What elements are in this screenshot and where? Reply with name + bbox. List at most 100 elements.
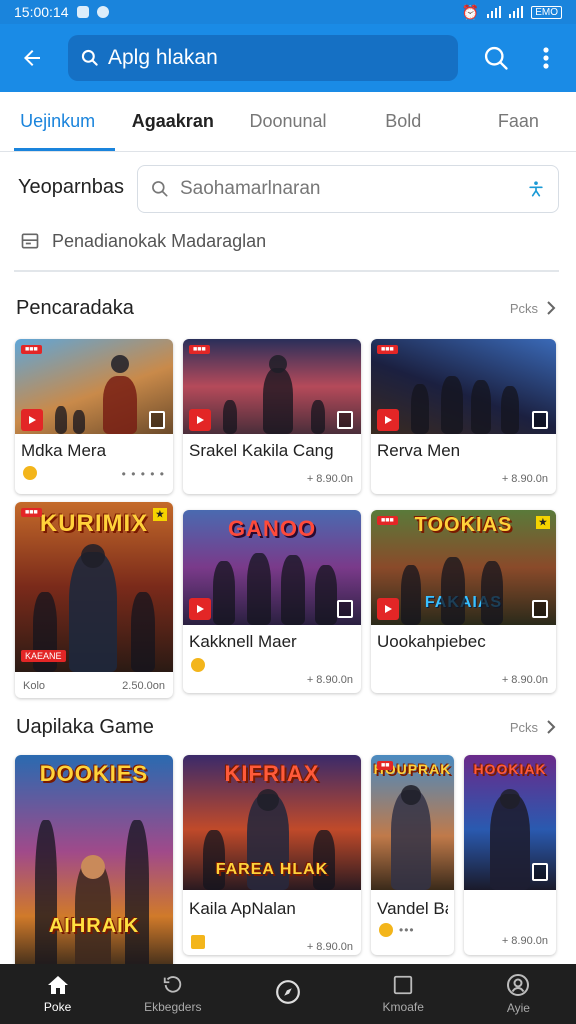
recommend-row[interactable]: Penadianokak Madaraglan — [20, 226, 560, 256]
play-icon — [377, 409, 399, 431]
search-input[interactable]: Aplg hlakan — [68, 35, 458, 81]
game-art-sub: KAEANE — [21, 650, 66, 662]
nav-label: Poke — [43, 1000, 72, 1014]
game-art-title: TOOKIAS — [414, 514, 513, 536]
game-name: Mdka Mera — [21, 441, 107, 460]
tab-0[interactable]: Uejinkum — [0, 92, 116, 151]
game-card[interactable]: TOOKIAS FAKAIAS ■■■ ★ Uookahpiebec + 8.9… — [371, 510, 556, 693]
app-notification-icon — [96, 6, 109, 18]
game-size: + 8.90.0n — [501, 935, 548, 947]
tab-4[interactable]: Faan — [461, 92, 576, 151]
badge: ■■■ — [189, 345, 210, 354]
bookmark-icon[interactable] — [532, 863, 548, 881]
game-art-title: DOOKIES — [39, 761, 149, 786]
game-left-meta: Kolo — [23, 680, 46, 692]
nav-profile[interactable]: Ayie — [461, 964, 576, 1024]
search-icon — [81, 49, 98, 66]
bookmark-icon[interactable] — [337, 411, 353, 429]
back-button[interactable] — [6, 32, 58, 84]
more-button[interactable] — [524, 36, 568, 80]
profile-icon — [507, 974, 530, 996]
square-icon — [394, 975, 413, 995]
game-card[interactable]: KURIMIX ■■■ ★ KAEANE Kolo 2.50.0on — [15, 502, 173, 698]
nav-kmoafe[interactable]: Kmoafe — [346, 964, 461, 1024]
more-vert-icon — [543, 47, 549, 69]
tab-bar: Uejinkum Agaakran Doonunal Bold Faan — [0, 92, 576, 152]
game-card[interactable]: HOOKIAK + 8.90.0n — [464, 755, 556, 955]
coin-icon — [191, 658, 205, 672]
game-art-sub: AIHRAIK — [48, 915, 140, 937]
game-art-title: KIFRIAX — [224, 761, 320, 786]
tab-2[interactable]: Doonunal — [230, 92, 345, 151]
section-more-label: Pcks — [509, 719, 538, 735]
game-card[interactable]: ■■■ Mdka Mera • • • • • — [15, 339, 173, 494]
game-name: Uookahpiebec — [377, 632, 486, 651]
game-art-title: HOOKIAK — [473, 761, 547, 777]
search-icon — [152, 181, 168, 197]
game-card[interactable]: GANOO Kakknell Maer + 8.90.0n — [183, 510, 361, 693]
battery-icon: EMO — [531, 5, 562, 19]
game-card[interactable]: ■■■ Srakel Kakila Cang + 8.90.0n — [183, 339, 361, 494]
coin-icon — [23, 466, 37, 480]
bottom-navigation: Poke Ekbegders Kmoafe Ayie — [0, 964, 576, 1024]
nav-label: Ekbegders — [144, 1000, 202, 1014]
badge: ■■ — [377, 761, 394, 770]
game-size: + 8.90.0n — [501, 674, 548, 686]
rank-badge: ★ — [152, 508, 167, 521]
filter-search-placeholder: Saohamarlnaran — [180, 178, 321, 199]
recommend-label: Penadianokak Madaraglan — [52, 230, 267, 251]
game-card[interactable]: DOOKIES AIHRAIK — [15, 755, 173, 970]
home-icon — [47, 976, 68, 994]
bookmark-icon[interactable] — [337, 600, 353, 618]
nav-label: Ayie — [506, 1001, 530, 1015]
voice-icon[interactable] — [526, 179, 546, 199]
filter-label: Yeoparnbas — [18, 176, 125, 198]
game-thumbnail: KURIMIX — [15, 502, 173, 672]
play-icon — [189, 409, 211, 431]
badge: ■■■ — [21, 345, 42, 354]
game-size: + 8.90.0n — [306, 941, 353, 953]
game-art-title: GANOO — [227, 516, 317, 541]
game-size: + 8.90.0n — [501, 473, 548, 485]
game-name: Vandel Ba — [377, 899, 448, 918]
app-bar: Aplg hlakan — [0, 24, 576, 92]
nav-home[interactable]: Poke — [0, 964, 115, 1024]
search-text: Aplg hlakan — [108, 46, 218, 69]
tab-1[interactable]: Agaakran — [115, 92, 230, 151]
star-icon — [191, 935, 205, 949]
history-icon — [163, 976, 182, 993]
badge: ■■■ — [377, 516, 398, 525]
game-card[interactable]: KIFRIAX FAREA HLAK Kaila ApNalan + 8.90.… — [183, 755, 361, 955]
game-name: Rerva Men — [377, 441, 461, 460]
bookmark-icon[interactable] — [149, 411, 165, 429]
status-bar: 15:00:14 ⏰ EMO — [0, 0, 576, 24]
rating-dots: ••• — [399, 923, 415, 937]
nav-label: Kmoafe — [382, 1000, 424, 1014]
nav-explore[interactable] — [230, 964, 345, 1024]
bookmark-icon[interactable] — [532, 600, 548, 618]
divider — [14, 270, 559, 272]
tab-3[interactable]: Bold — [346, 92, 461, 151]
status-time: 15:00:14 — [14, 4, 69, 20]
section-title-2: Uapilaka Game — [16, 716, 154, 738]
game-name: Kaila ApNalan — [189, 899, 296, 918]
game-card[interactable]: HOUPRAK ■■ Vandel Ba ••• — [371, 755, 454, 955]
game-name: Srakel Kakila Cang — [189, 441, 334, 460]
app-root: 15:00:14 ⏰ EMO Aplg hlakan Uejinkum Agaa… — [0, 0, 576, 1024]
search-button[interactable] — [474, 36, 518, 80]
signal-2-icon — [509, 6, 524, 18]
game-size: + 8.90.0n — [306, 674, 353, 686]
alarm-icon: ⏰ — [461, 3, 480, 20]
bookmark-icon[interactable] — [532, 411, 548, 429]
section-more-2[interactable]: Pcks — [510, 719, 556, 735]
game-card[interactable]: ■■■ Rerva Men + 8.90.0n — [371, 339, 556, 494]
play-icon — [21, 409, 43, 431]
compass-icon — [276, 980, 300, 1004]
section-more-1[interactable]: Pcks — [510, 300, 556, 316]
game-size: 2.50.0on — [122, 680, 165, 692]
section-more-label: Pcks — [509, 300, 538, 316]
coin-icon — [379, 923, 393, 937]
game-name: Kakknell Maer — [189, 632, 297, 651]
nav-history[interactable]: Ekbegders — [115, 964, 230, 1024]
filter-search-field[interactable]: Saohamarlnaran — [137, 165, 559, 213]
